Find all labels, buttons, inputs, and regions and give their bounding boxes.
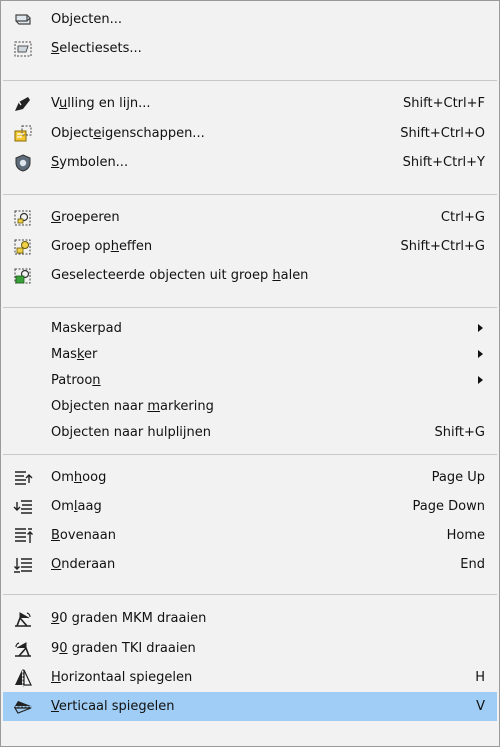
menu-item-label: Objecteigenschappen... [51, 126, 205, 141]
menu-item-label: Bovenaan [51, 528, 116, 543]
object-menu: Objecten... Selectiesets... Vulling en l… [0, 0, 500, 747]
menu-item-label: Objecten naar hulplijnen [51, 425, 212, 440]
submenu-arrow-icon [478, 324, 483, 332]
menu-item-object-properties[interactable]: Objecteigenschappen... Shift+Ctrl+O [3, 119, 497, 148]
menu-separator [3, 454, 497, 455]
menu-item-label: Groep opheffen [51, 239, 153, 254]
menu-item-shortcut: Shift+Ctrl+Y [402, 155, 485, 170]
menu-item-flip-horizontal[interactable]: Horizontaal spiegelen H [3, 663, 497, 692]
menu-item-shortcut: Shift+Ctrl+O [400, 126, 485, 141]
fill-stroke-icon [13, 95, 33, 113]
menu-item-group[interactable]: Groeperen Ctrl+G [3, 203, 497, 232]
menu-item-label: Symbolen... [51, 155, 129, 170]
menu-item-pattern[interactable]: Patroon [3, 366, 497, 395]
menu-item-label: Objecten... [51, 12, 122, 27]
menu-item-symbols[interactable]: Symbolen... Shift+Ctrl+Y [3, 148, 497, 177]
menu-item-rotate-90-ccw[interactable]: 90 graden MKM draaien [3, 604, 497, 633]
menu-item-shortcut: V [476, 699, 485, 714]
menu-item-label: Groeperen [51, 210, 120, 225]
menu-item-label: Patroon [51, 373, 101, 388]
menu-item-shortcut: Ctrl+G [440, 210, 485, 225]
menu-item-objects-to-marker[interactable]: Objecten naar markering [3, 392, 497, 421]
selection-sets-icon [13, 40, 33, 58]
menu-item-label: Masker [51, 347, 98, 362]
submenu-arrow-icon [478, 350, 483, 358]
menu-item-label: Objecten naar markering [51, 399, 214, 414]
menu-item-mask[interactable]: Masker [3, 340, 497, 369]
menu-item-flip-vertical[interactable]: Verticaal spiegelen V [3, 692, 497, 721]
submenu-arrow-icon [478, 376, 483, 384]
menu-item-label: Omhoog [51, 470, 107, 485]
menu-item-label: 90 graden TKI draaien [51, 641, 196, 656]
menu-item-selection-sets[interactable]: Selectiesets... [3, 34, 497, 63]
menu-item-objects[interactable]: Objecten... [3, 5, 497, 34]
ungroup-icon [13, 238, 33, 256]
pop-from-group-icon [13, 267, 33, 285]
lower-to-bottom-icon [13, 556, 33, 574]
menu-item-label: 90 graden MKM draaien [51, 611, 207, 626]
menu-item-shortcut: Page Up [431, 470, 485, 485]
menu-item-label: Omlaag [51, 499, 102, 514]
menu-item-label: Vulling en lijn... [51, 96, 151, 111]
menu-item-label: Maskerpad [51, 321, 122, 336]
raise-icon [13, 469, 33, 487]
menu-item-label: Selectiesets... [51, 41, 142, 56]
raise-to-top-icon [13, 527, 33, 545]
menu-item-raise[interactable]: Omhoog Page Up [3, 463, 497, 492]
menu-item-label: Verticaal spiegelen [51, 699, 175, 714]
menu-item-clip[interactable]: Maskerpad [3, 314, 497, 343]
lower-icon [13, 498, 33, 516]
menu-item-shortcut: H [475, 670, 485, 685]
symbols-icon [13, 154, 33, 172]
objects-panel-icon [13, 11, 33, 29]
menu-item-shortcut: Page Down [412, 499, 485, 514]
menu-item-raise-to-top[interactable]: Bovenaan Home [3, 521, 497, 550]
menu-item-lower[interactable]: Omlaag Page Down [3, 492, 497, 521]
menu-item-shortcut: Shift+Ctrl+G [400, 239, 485, 254]
menu-item-label: Horizontaal spiegelen [51, 670, 193, 685]
menu-separator [3, 80, 497, 81]
object-properties-icon [13, 125, 33, 143]
menu-item-fill-and-stroke[interactable]: Vulling en lijn... Shift+Ctrl+F [3, 89, 497, 118]
menu-item-shortcut: Shift+G [434, 425, 485, 440]
menu-item-label: Geselecteerde objecten uit groep halen [51, 268, 309, 283]
menu-item-rotate-90-cw[interactable]: 90 graden TKI draaien [3, 634, 497, 663]
menu-separator [3, 307, 497, 308]
menu-item-lower-to-bottom[interactable]: Onderaan End [3, 550, 497, 579]
group-icon [13, 209, 33, 227]
menu-item-label: Onderaan [51, 557, 116, 572]
flip-vertical-icon [13, 698, 33, 716]
menu-separator [3, 194, 497, 195]
menu-item-pop-selected-from-group[interactable]: Geselecteerde objecten uit groep halen [3, 261, 497, 290]
menu-separator [3, 594, 497, 595]
rotate-ccw-icon [13, 610, 33, 628]
menu-item-objects-to-guides[interactable]: Objecten naar hulplijnen Shift+G [3, 418, 497, 447]
rotate-cw-icon [13, 640, 33, 658]
menu-item-ungroup[interactable]: Groep opheffen Shift+Ctrl+G [3, 232, 497, 261]
menu-item-shortcut: Shift+Ctrl+F [403, 96, 485, 111]
flip-horizontal-icon [13, 669, 33, 687]
menu-item-shortcut: End [460, 557, 485, 572]
menu-item-shortcut: Home [446, 528, 485, 543]
